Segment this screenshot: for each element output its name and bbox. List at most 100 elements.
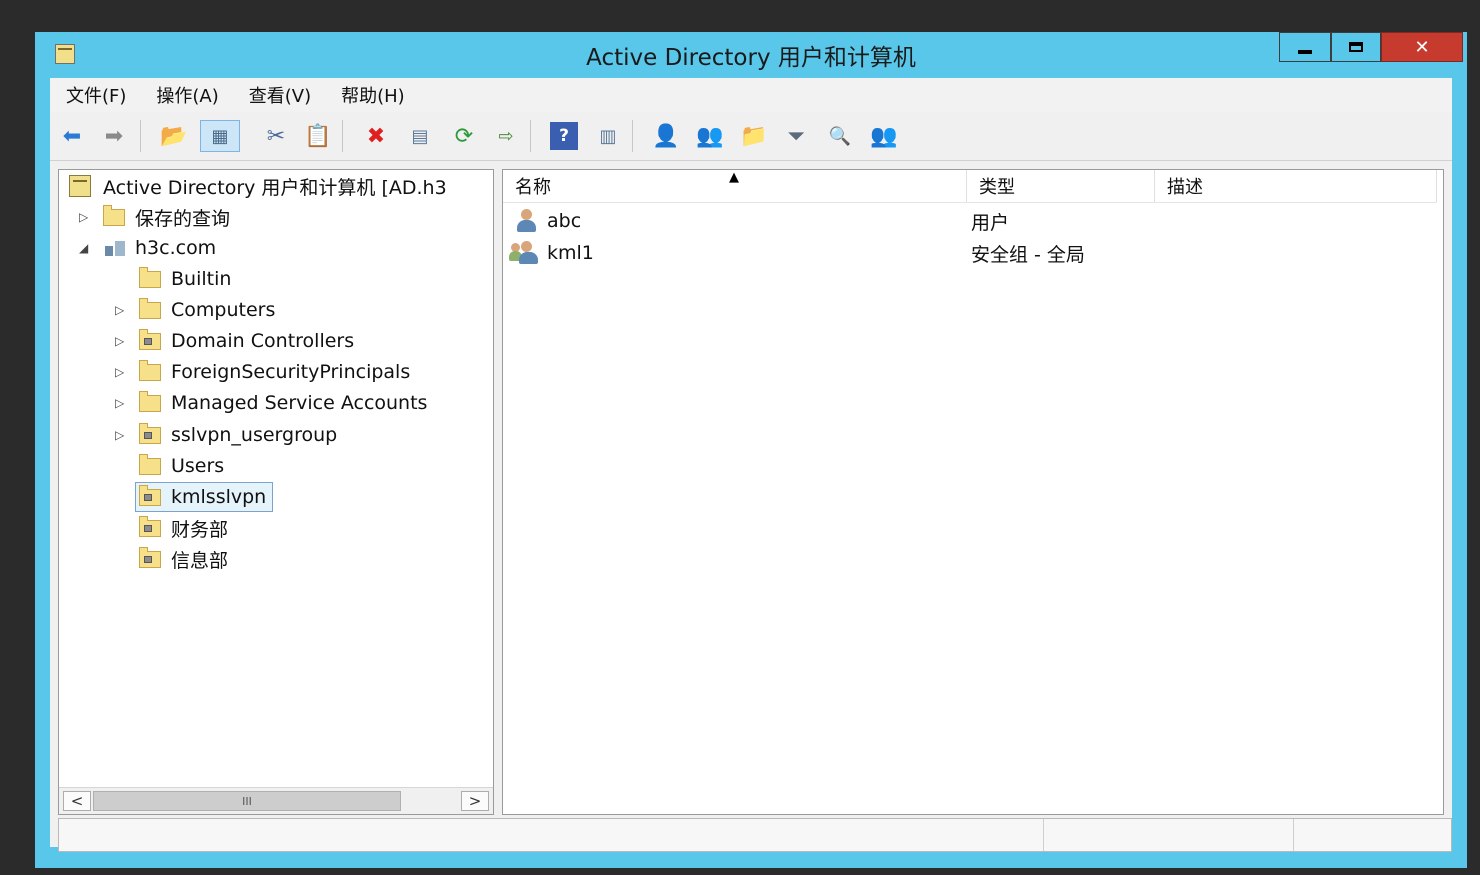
expand-arrow-icon[interactable]: ▷ — [79, 210, 88, 224]
minimize-icon — [1298, 50, 1312, 54]
create-ou-icon[interactable]: 📁 — [740, 122, 768, 150]
tree-item-managed-service-accounts[interactable]: Managed Service Accounts — [139, 389, 427, 417]
tree-item-label: 保存的查询 — [135, 207, 231, 230]
back-arrow-icon[interactable]: ⬅ — [58, 122, 86, 150]
tree-item-domain[interactable]: h3c.com — [103, 234, 216, 262]
ou-folder-icon — [139, 328, 161, 350]
ad-console-icon — [69, 175, 91, 197]
tree-item-label: ForeignSecurityPrincipals — [171, 361, 411, 383]
ou-folder-icon — [139, 546, 161, 568]
tree-item-label: 信息部 — [171, 549, 229, 572]
maximize-button[interactable] — [1331, 32, 1381, 62]
toolbar-separator — [530, 120, 531, 152]
folder-icon — [139, 297, 161, 319]
column-header-description[interactable]: 描述 — [1155, 170, 1437, 203]
tree-item-computers[interactable]: Computers — [139, 296, 275, 324]
sort-ascending-icon: ▲ — [729, 170, 739, 185]
create-user-icon[interactable]: 👤 — [652, 122, 680, 150]
tree-item-saved-queries[interactable]: 保存的查询 — [103, 203, 230, 231]
title-bar[interactable]: Active Directory 用户和计算机 ✕ — [35, 32, 1467, 78]
domain-icon — [103, 238, 127, 258]
tree-item-label: Domain Controllers — [171, 330, 355, 352]
tree-item-label: Users — [171, 455, 225, 477]
toolbar-separator — [140, 120, 141, 152]
item-type: 安全组 - 全局 — [971, 243, 1085, 266]
tree-item-label: 财务部 — [171, 518, 229, 541]
menu-view[interactable]: 查看(V) — [249, 80, 311, 110]
group-icon — [509, 241, 538, 265]
create-group-icon[interactable]: 👥 — [696, 122, 724, 150]
collapse-arrow-icon[interactable]: ◢ — [79, 241, 88, 255]
properties-icon[interactable]: ▤ — [406, 122, 434, 150]
tree-item-domain-controllers[interactable]: Domain Controllers — [139, 327, 354, 355]
menu-file[interactable]: 文件(F) — [66, 80, 126, 110]
menu-action[interactable]: 操作(A) — [156, 80, 218, 110]
toolbar-separator — [342, 120, 343, 152]
list-item[interactable]: abc 用户 — [515, 206, 1415, 236]
tree-item-users[interactable]: Users — [139, 452, 224, 480]
details-pane: 名称 ▲ 类型 描述 abc 用户 kml1 安全组 - 全局 — [502, 169, 1444, 815]
delete-icon[interactable]: ✖ — [362, 122, 390, 150]
tree-item-label: Computers — [171, 299, 276, 321]
tree-item-kmlsslvpn[interactable]: kmlsslvpn — [135, 482, 274, 512]
tree-root[interactable]: Active Directory 用户和计算机 [AD.h3 — [69, 172, 447, 200]
tree-item-label: kmlsslvpn — [171, 486, 267, 508]
close-button[interactable]: ✕ — [1381, 32, 1463, 62]
status-bar — [58, 818, 1452, 852]
expand-arrow-icon[interactable]: ▷ — [115, 334, 124, 348]
menu-help[interactable]: 帮助(H) — [341, 80, 405, 110]
app-window: Active Directory 用户和计算机 ✕ 文件(F) 操作(A) 查看… — [35, 32, 1467, 868]
scroll-right-button[interactable]: > — [461, 791, 489, 811]
tree-item-sslvpn-usergroup[interactable]: sslvpn_usergroup — [139, 421, 337, 449]
content-area: Active Directory 用户和计算机 [AD.h3 ▷ 保存的查询 ◢… — [50, 161, 1452, 847]
item-type: 用户 — [971, 211, 1010, 234]
ou-folder-icon — [139, 422, 161, 444]
tree-item-label: sslvpn_usergroup — [171, 424, 338, 446]
expand-arrow-icon[interactable]: ▷ — [115, 303, 124, 317]
horizontal-scrollbar[interactable]: < III > — [59, 787, 493, 814]
item-name: kml1 — [547, 242, 594, 264]
filter-icon[interactable]: ⏷ — [782, 122, 810, 150]
paste-icon[interactable]: 📋 — [304, 122, 332, 150]
toolbar-separator — [632, 120, 633, 152]
tree-item-foreign-security-principals[interactable]: ForeignSecurityPrincipals — [139, 358, 410, 386]
column-header-type[interactable]: 类型 — [967, 170, 1155, 203]
expand-arrow-icon[interactable]: ▷ — [115, 428, 124, 442]
close-icon: ✕ — [1414, 36, 1430, 58]
toolbar: ⬅ ➡ 📂 ▦ ✂ 📋 ✖ ▤ ⟳ ⇨ ? ▥ 👤 👥 📁 ⏷ 🔍 👥 — [50, 112, 1452, 161]
tree-item-label: Builtin — [171, 268, 232, 290]
column-header-label: 名称 — [515, 177, 551, 198]
up-folder-icon[interactable]: 📂 — [160, 122, 188, 150]
status-divider — [1293, 819, 1294, 851]
find-icon[interactable]: 🔍 — [826, 122, 854, 150]
add-to-group-icon[interactable]: 👥 — [870, 122, 898, 150]
folder-icon — [103, 204, 125, 226]
menu-bar: 文件(F) 操作(A) 查看(V) 帮助(H) — [50, 78, 1452, 112]
forward-arrow-icon[interactable]: ➡ — [100, 122, 128, 150]
scroll-thumb[interactable]: III — [93, 791, 401, 811]
user-icon — [515, 209, 539, 233]
item-name: abc — [547, 210, 582, 232]
window-title: Active Directory 用户和计算机 — [586, 45, 916, 71]
tree-root-label: Active Directory 用户和计算机 [AD.h3 — [103, 176, 447, 199]
show-console-tree-icon[interactable]: ▦ — [200, 120, 240, 152]
tree-item-finance[interactable]: 财务部 — [139, 514, 228, 542]
expand-arrow-icon[interactable]: ▷ — [115, 396, 124, 410]
folder-icon — [139, 453, 161, 475]
help-icon[interactable]: ? — [550, 122, 578, 150]
folder-icon — [139, 266, 161, 288]
cut-icon[interactable]: ✂ — [262, 122, 290, 150]
expand-arrow-icon[interactable]: ▷ — [115, 365, 124, 379]
tree-item-builtin[interactable]: Builtin — [139, 265, 231, 293]
console-tree: Active Directory 用户和计算机 [AD.h3 ▷ 保存的查询 ◢… — [58, 169, 494, 815]
refresh-icon[interactable]: ⟳ — [450, 122, 478, 150]
scroll-left-button[interactable]: < — [63, 791, 91, 811]
maximize-icon — [1349, 42, 1363, 52]
minimize-button[interactable] — [1279, 32, 1331, 62]
tree-item-label: h3c.com — [135, 237, 217, 259]
show-action-pane-icon[interactable]: ▥ — [594, 122, 622, 150]
tree-item-it[interactable]: 信息部 — [139, 545, 228, 573]
status-divider — [1043, 819, 1044, 851]
list-item[interactable]: kml1 安全组 - 全局 — [509, 238, 1415, 268]
export-list-icon[interactable]: ⇨ — [492, 122, 520, 150]
